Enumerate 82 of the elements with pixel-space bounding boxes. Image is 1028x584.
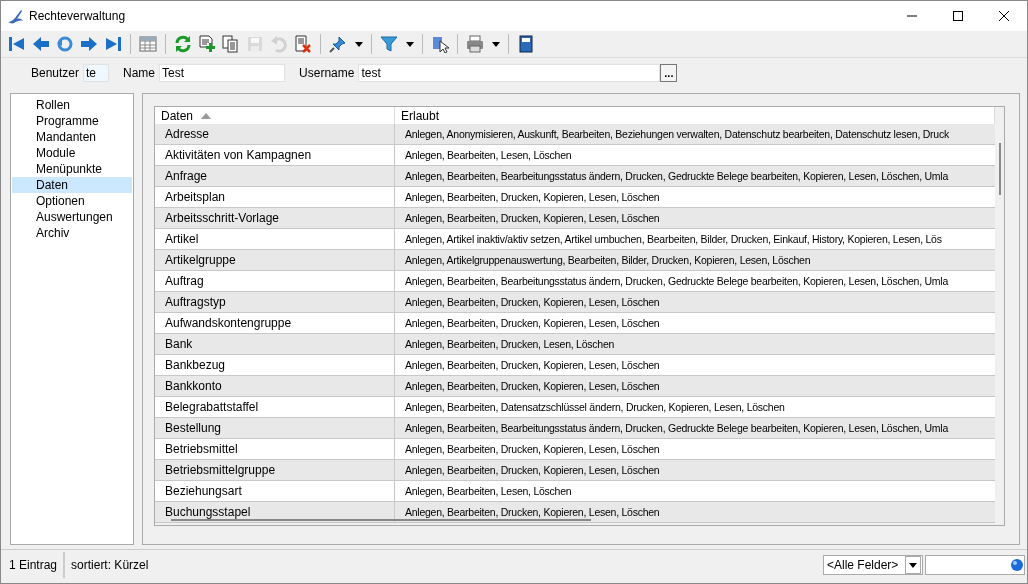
- user-code-field[interactable]: te: [83, 64, 110, 82]
- sidebar-item[interactable]: Daten: [12, 177, 132, 193]
- sidebar-item[interactable]: Module: [12, 145, 132, 161]
- field-dropdown[interactable]: <Alle Felder>: [823, 555, 923, 575]
- table-cell: Bankbezug: [155, 355, 395, 375]
- table-cell-text: Anlegen, Bearbeiten, Drucken, Kopieren, Lesen, Löschen: [404, 379, 661, 394]
- search-field[interactable]: [925, 555, 1025, 575]
- table-cell-text: Anlegen, Bearbeiten, Drucken, Kopieren, Lesen, Löschen: [404, 463, 661, 478]
- table-cell: Arbeitsschritt-Vorlage: [155, 208, 395, 228]
- field-label: Benutzer: [31, 66, 80, 80]
- table-cell: Belegrabattstaffel: [155, 397, 395, 417]
- table-icon: [139, 35, 157, 53]
- printer-icon: [466, 35, 484, 53]
- vertical-scrollbar[interactable]: [999, 143, 1001, 195]
- window-title: Rechteverwaltung: [29, 9, 127, 23]
- sidebar-item[interactable]: Menüpunkte: [12, 161, 132, 177]
- app-logo-icon: [7, 8, 23, 24]
- first-record-icon: [8, 35, 26, 53]
- table-cell-text: Anlegen, Bearbeiten, Drucken, Kopieren, Lesen, Löschen: [404, 505, 661, 520]
- table-cell: Beziehungsart: [155, 481, 395, 501]
- table-cell: Artikelgruppe: [155, 250, 395, 270]
- table-cell: Bankkonto: [155, 376, 395, 396]
- last-record-icon: [104, 35, 122, 53]
- sidebar-item[interactable]: Programme: [12, 113, 132, 129]
- table-cell: Aktivitäten von Kampagnen: [155, 145, 395, 165]
- sidebar-item[interactable]: Archiv: [12, 225, 132, 241]
- delete-document-icon: [294, 35, 312, 53]
- table-cell-text: Anlegen, Bearbeiten, Drucken, Lesen, Löschen: [404, 337, 616, 352]
- table-cell: Bestellung: [155, 418, 395, 438]
- table-cell: Betriebsmittel: [155, 439, 395, 459]
- undo-icon: [270, 35, 288, 53]
- browse-button[interactable]: ...: [660, 64, 678, 82]
- table-cell-text: Anlegen, Bearbeiten, Drucken, Kopieren, Lesen, Löschen: [404, 442, 661, 457]
- field-label: Name: [123, 66, 156, 80]
- horizontal-scrollbar[interactable]: [171, 519, 591, 521]
- table-cell: Artikel: [155, 229, 395, 249]
- refresh-icon: [174, 35, 192, 53]
- table-cell: Betriebsmittelgruppe: [155, 460, 395, 480]
- table-cell-text: Anlegen, Bearbeiten, Drucken, Kopieren, Lesen, Löschen: [404, 190, 661, 205]
- table-cell: Auftrag: [155, 271, 395, 291]
- table-cell-text: Anlegen, Bearbeiten, Drucken, Kopieren, Lesen, Löschen: [404, 358, 661, 373]
- name-field[interactable]: Test: [159, 64, 286, 82]
- table-cell-text: Anlegen, Bearbeiten, Drucken, Kopieren, Lesen, Löschen: [404, 211, 661, 226]
- arrow-right-icon: [80, 35, 98, 53]
- table-cell-text: Anlegen, Bearbeiten, Bearbeitungsstatus ändern, Drucken, Gedruckte Belege bearbeiten, Kopieren, Lesen, Löschen, Umla: [404, 274, 950, 289]
- copy-icon: [222, 35, 240, 53]
- table-cell-text: Anlegen, Bearbeiten, Datensatzschlüssel ändern, Drucken, Kopieren, Lesen, Löschen: [404, 400, 786, 415]
- sidebar-item[interactable]: Auswertungen: [12, 209, 132, 225]
- filter-button[interactable]: [377, 33, 417, 55]
- pushpin-icon: [329, 35, 347, 53]
- table-cell-text: Anlegen, Bearbeiten, Bearbeitungsstatus ändern, Drucken, Gedruckte Belege bearbeiten, Kopieren, Lesen, Löschen, Umla: [404, 421, 950, 436]
- field-label: Username: [299, 66, 355, 80]
- table-cell-text: Anlegen, Bearbeiten, Drucken, Kopieren, Lesen, Löschen: [404, 316, 661, 331]
- globe-icon: [1010, 558, 1024, 572]
- maximize-icon[interactable]: [953, 11, 963, 21]
- table-cell: Auftragstyp: [155, 292, 395, 312]
- filter-icon: [380, 35, 398, 53]
- notebook-icon: [517, 35, 535, 53]
- table-cell: Anfrage: [155, 166, 395, 186]
- table-cell: Aufwandskontengruppe: [155, 313, 395, 333]
- table-cell-text: Anlegen, Bearbeiten, Drucken, Kopieren, Lesen, Löschen: [404, 295, 661, 310]
- dropdown-arrow-icon: [909, 562, 917, 568]
- sort-status: sortiert: Kürzel: [70, 558, 149, 572]
- table-cell-text: Anlegen, Artikelgruppenauswertung, Bearbeiten, Bilder, Drucken, Kopieren, Lesen, Löschen: [404, 253, 812, 268]
- table-cell-text: Anlegen, Anonymisieren, Auskunft, Bearbeiten, Beziehungen verwalten, Datenschutz bearbeiten, Datenschutz lesen, Druck: [404, 127, 950, 142]
- username-field[interactable]: test: [358, 64, 661, 82]
- sidebar-item[interactable]: Mandanten: [12, 129, 132, 145]
- record-count: 1 Eintrag: [3, 552, 66, 578]
- table-cell-text: Anlegen, Bearbeiten, Lesen, Löschen: [404, 484, 573, 499]
- sidebar-item[interactable]: Optionen: [12, 193, 132, 209]
- arrow-left-icon: [32, 35, 50, 53]
- table-cell: Adresse: [155, 124, 395, 144]
- table-button[interactable]: [136, 33, 160, 55]
- table-cell-text: Anlegen, Bearbeiten, Lesen, Löschen: [404, 148, 573, 163]
- table-cell: Arbeitsplan: [155, 187, 395, 207]
- table-cell: Bank: [155, 334, 395, 354]
- new-document-icon: [198, 35, 216, 53]
- table-cell-text: Anlegen, Artikel inaktiv/aktiv setzen, Artikel umbuchen, Bearbeiten, Bilder, Drucken, Einkauf, History, Kopieren, Lesen, Lös: [404, 232, 943, 247]
- cursor-icon: [431, 35, 449, 53]
- close-icon[interactable]: [999, 11, 1009, 21]
- sidebar-item[interactable]: Rollen: [12, 97, 132, 113]
- table-cell-text: Anlegen, Bearbeiten, Bearbeitungsstatus ändern, Drucken, Gedruckte Belege bearbeiten, Kopieren, Lesen, Löschen, Umla: [404, 169, 950, 184]
